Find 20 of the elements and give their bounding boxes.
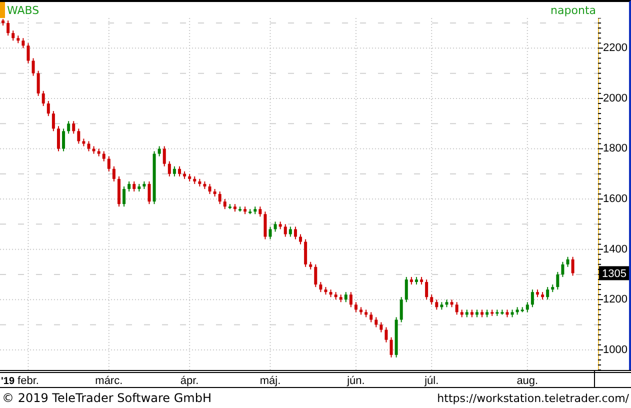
month-label: máj. — [260, 375, 281, 387]
price-axis-label: 1400 — [603, 243, 628, 256]
year-label: '19 — [1, 376, 15, 387]
last-price-tag: 1305 — [599, 266, 629, 280]
website-link[interactable]: https://workstation.teletrader.com/ — [437, 392, 629, 404]
price-axis-label: 1600 — [603, 193, 628, 206]
month-label: ápr. — [180, 375, 199, 387]
month-label: jún. — [347, 375, 365, 387]
price-axis-label: 1800 — [603, 142, 628, 155]
interval-label: naponta — [550, 4, 596, 16]
symbol-label: WABS — [7, 4, 40, 16]
price-axis-label: 1200 — [603, 294, 628, 306]
month-label: júl. — [424, 375, 439, 387]
month-label: febr. — [18, 375, 39, 387]
price-axis-label: 1000 — [603, 344, 628, 356]
copyright-text: © 2019 TeleTrader Software GmbH — [2, 391, 212, 405]
price-axis-label: 2000 — [603, 92, 628, 104]
month-label: aug. — [516, 375, 538, 387]
price-axis-label: 2200 — [603, 42, 628, 54]
month-label: márc. — [95, 375, 123, 387]
